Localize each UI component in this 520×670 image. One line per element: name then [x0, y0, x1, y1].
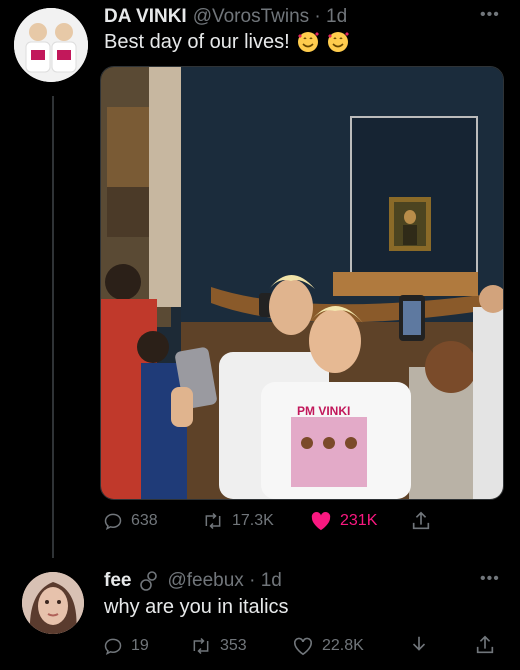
reply-reply-count: 19 [131, 637, 149, 654]
retweet-icon [205, 512, 221, 530]
reply-icon [104, 513, 122, 530]
smiling-face-with-hearts-emoji [297, 32, 319, 52]
more-icon[interactable]: ••• [480, 6, 500, 24]
like-button[interactable]: 231K [310, 511, 377, 531]
reply-retweet-button[interactable]: 353 [190, 636, 247, 656]
reply-reply-button[interactable]: 19 [103, 636, 149, 656]
heart-icon [293, 637, 313, 656]
heart-icon [311, 511, 331, 531]
tweet-photo[interactable]: PM VINKI [100, 66, 504, 500]
reply-author-name[interactable]: fee [104, 570, 131, 592]
reply-icon [104, 638, 122, 655]
author-handle-time[interactable]: @VorosTwins · 1d [193, 6, 347, 28]
reply-share-button[interactable] [474, 634, 496, 656]
download-button[interactable] [408, 634, 430, 656]
reply-retweet-count: 353 [220, 637, 247, 654]
retweet-button[interactable]: 17.3K [202, 511, 274, 531]
author-avatar[interactable] [14, 8, 88, 82]
reply-handle-time[interactable]: @feebux · 1d [167, 570, 281, 592]
reply-like-button[interactable]: 22.8K [292, 636, 364, 656]
like-count: 231K [340, 512, 378, 529]
reply-author-avatar[interactable] [22, 572, 84, 634]
share-icon [476, 635, 494, 654]
reply-like-count: 22.8K [322, 637, 364, 654]
thread-line [52, 96, 54, 558]
retweet-icon [193, 637, 209, 655]
download-icon [412, 636, 426, 651]
shirt-print-text: PM VINKI [297, 404, 350, 418]
avatar-image [14, 8, 88, 82]
reply-avatar-image [22, 572, 84, 634]
reply-more-icon[interactable]: ••• [480, 570, 500, 588]
photo-scene: PM VINKI [101, 67, 503, 499]
share-button[interactable] [410, 510, 432, 532]
reply-text: why are you in italics [104, 596, 289, 618]
share-icon [412, 511, 430, 530]
reply-button[interactable]: 638 [103, 511, 158, 531]
retweet-count: 17.3K [232, 512, 274, 529]
reply-count: 638 [131, 512, 158, 529]
tweet-text: Best day of our lives! [104, 30, 290, 53]
link-icon [140, 571, 158, 591]
author-name[interactable]: DA VINKI [104, 6, 187, 28]
smiling-face-with-hearts-emoji [327, 32, 349, 52]
